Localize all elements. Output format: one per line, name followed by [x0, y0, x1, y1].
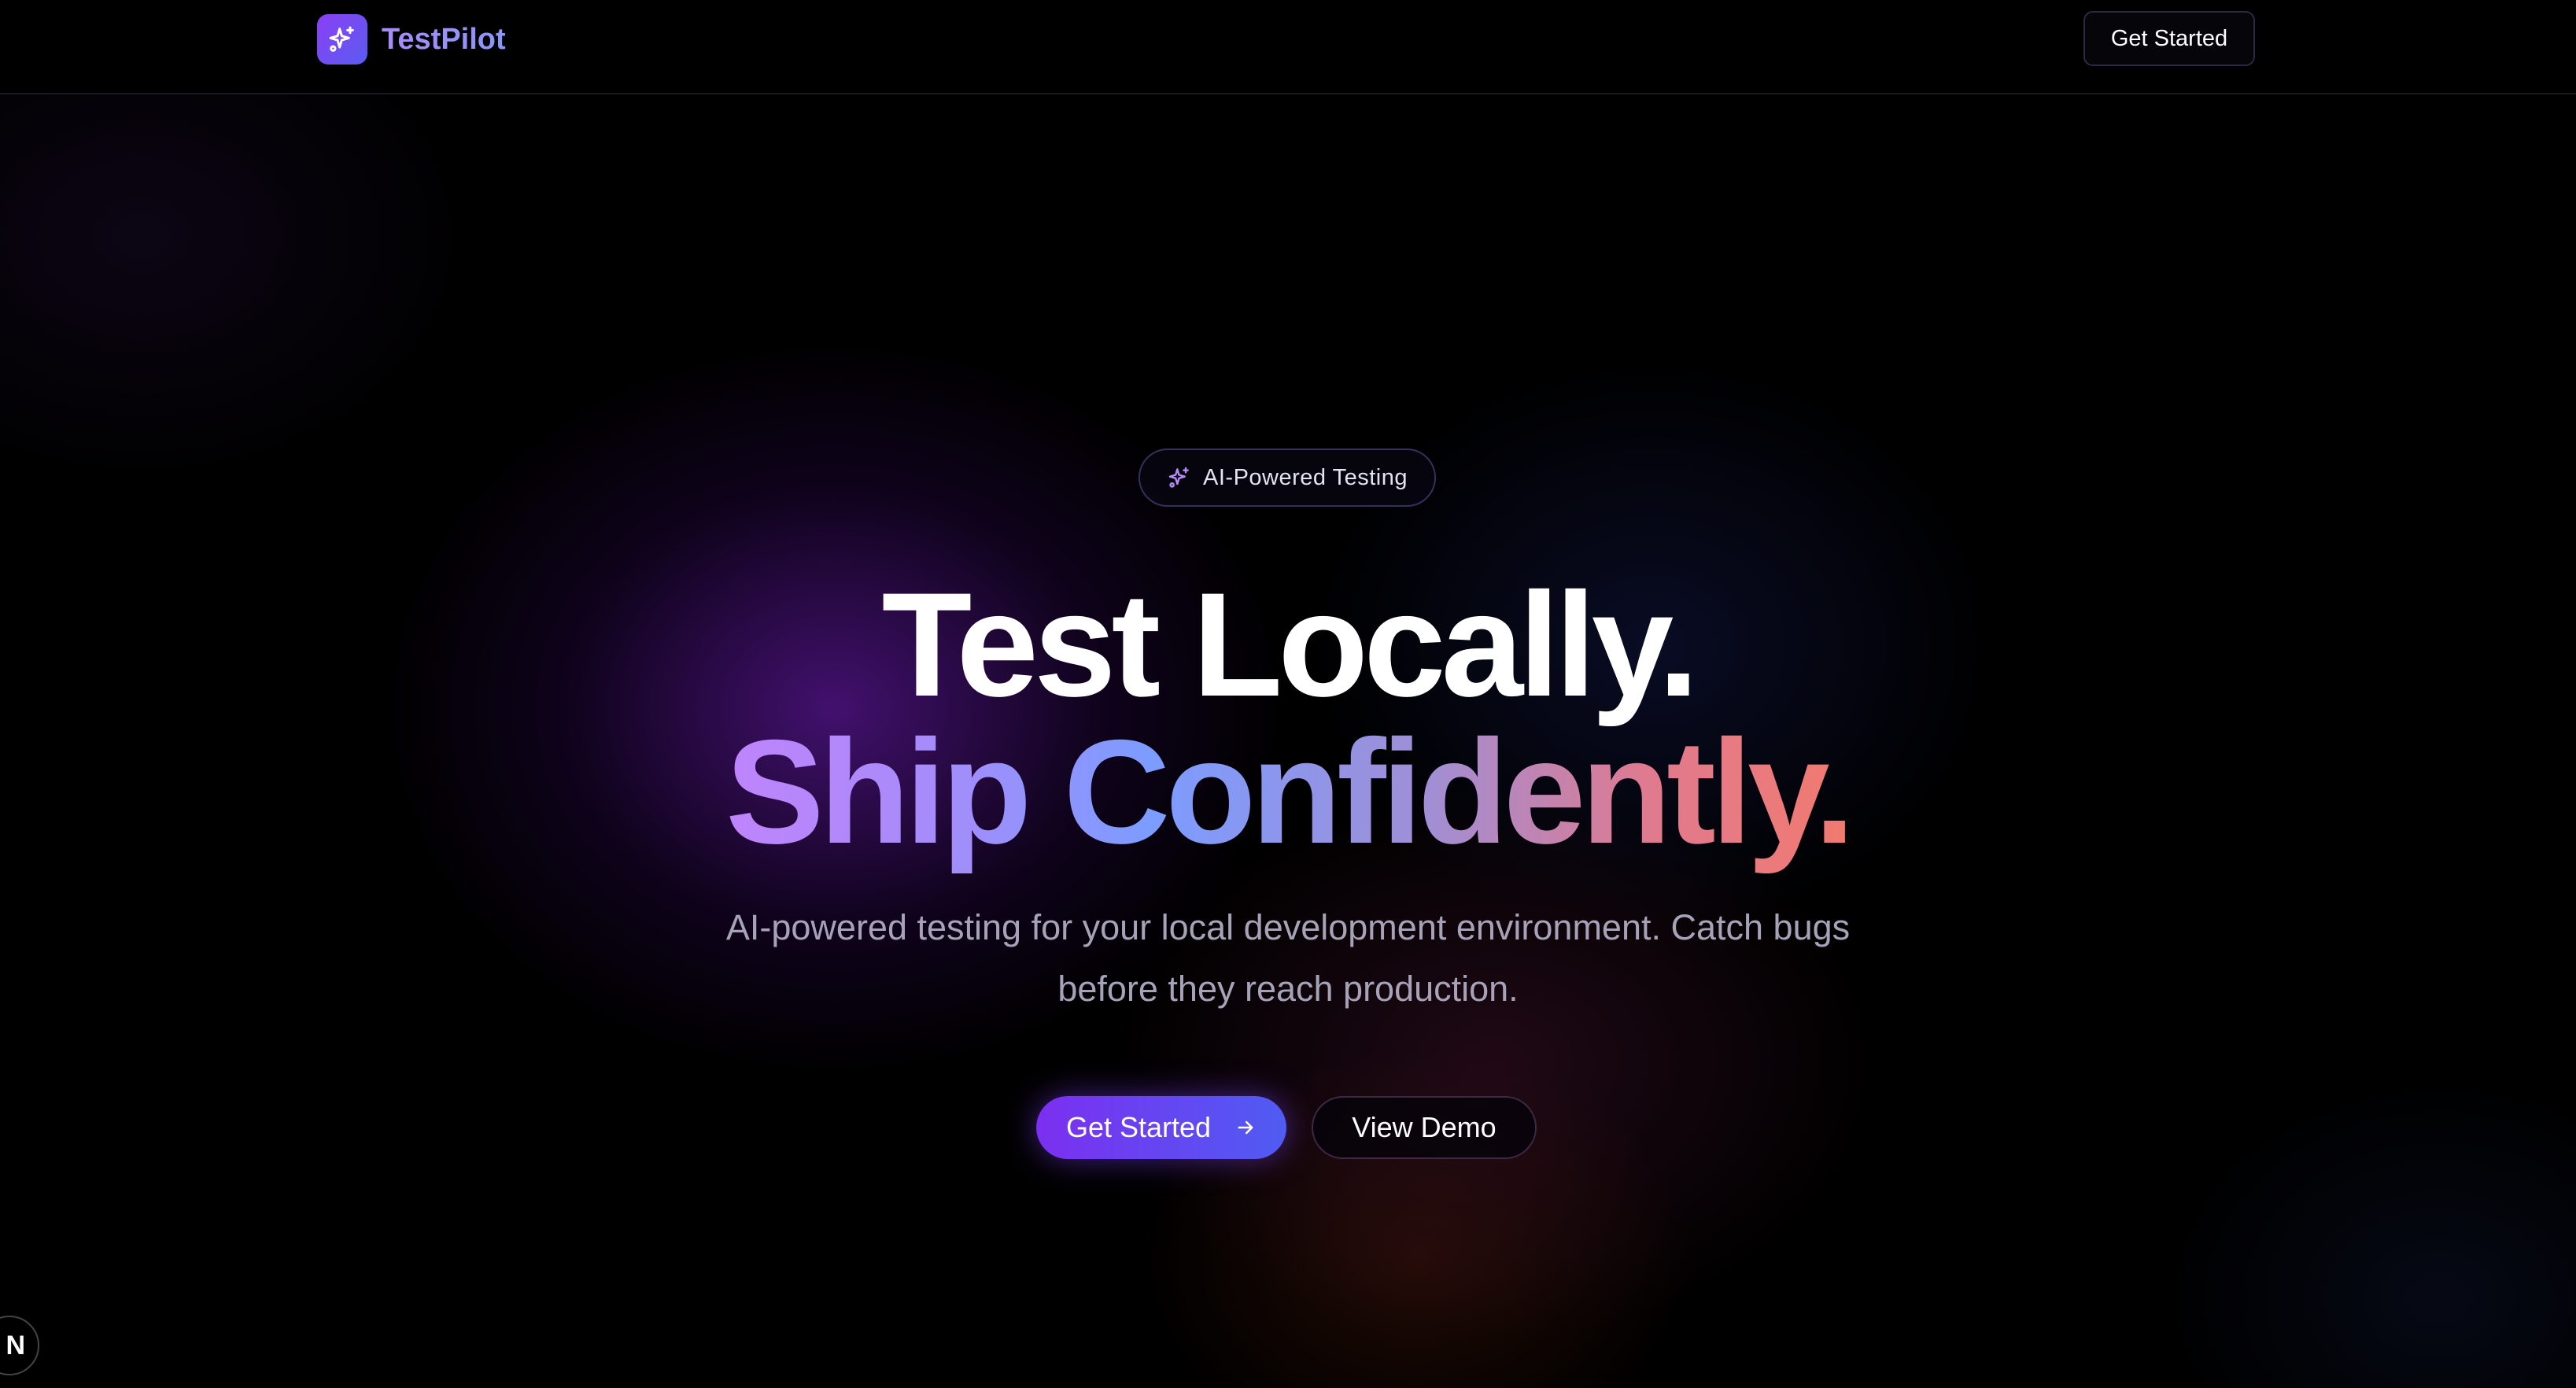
hero-get-started-label: Get Started [1065, 1111, 1212, 1143]
hero-headline-line-1: Test Locally. [881, 562, 1699, 727]
view-demo-button[interactable]: View Demo [1312, 1096, 1537, 1159]
dev-indicator-button[interactable]: N [0, 1316, 39, 1375]
sparkles-icon [1168, 467, 1189, 488]
sparkles-icon [329, 26, 354, 52]
header-get-started-button[interactable]: Get Started [2083, 11, 2255, 66]
hero-subtitle: AI-powered testing for your local develo… [725, 907, 1851, 1009]
hero-get-started-button[interactable]: Get Started [1036, 1096, 1286, 1159]
hero-headline-line-2: Ship Confidently. [0, 718, 2576, 866]
brand-link[interactable]: TestPilot [317, 14, 506, 65]
hero-headline-gradient-text: Ship Confidently. [725, 709, 1855, 874]
landing-page: TestPilot Get Started AI-Powered Testing… [0, 0, 2576, 1388]
brand-name: TestPilot [382, 22, 506, 56]
badge-text: AI-Powered Testing [1203, 464, 1408, 490]
brand-logo [317, 14, 367, 65]
arrow-right-icon [1238, 1120, 1253, 1135]
site-header: TestPilot Get Started [0, 0, 2576, 94]
ai-powered-badge: AI-Powered Testing [1139, 449, 1436, 507]
